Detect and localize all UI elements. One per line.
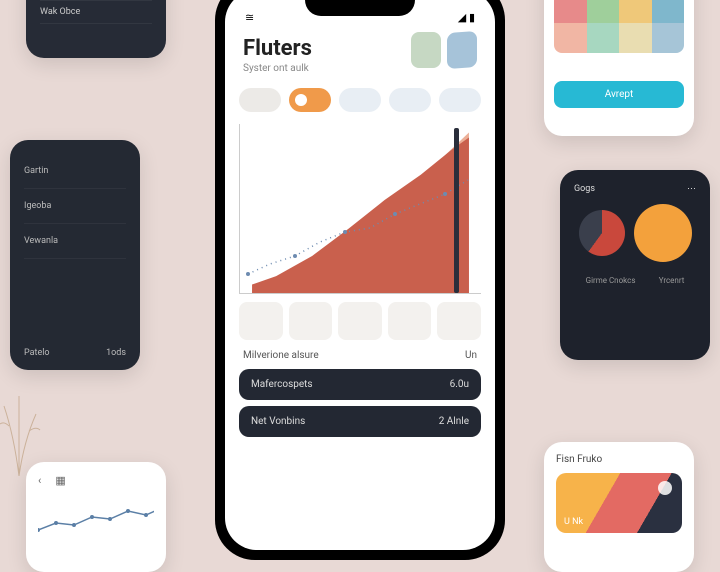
color-palette xyxy=(554,0,684,53)
thumb-item[interactable] xyxy=(338,302,382,340)
main-chart xyxy=(239,124,481,294)
menu-item[interactable]: Vewanla xyxy=(24,224,126,259)
status-right: ◢ ▮ xyxy=(458,11,475,24)
swatch-icon xyxy=(411,32,441,68)
sparkline xyxy=(38,495,154,545)
metric-label: Mafercospets xyxy=(251,379,313,390)
card-chip-icon xyxy=(658,481,672,495)
filter-pill[interactable] xyxy=(339,88,381,112)
header-swatches xyxy=(411,32,477,68)
palette-swatch[interactable] xyxy=(587,0,620,23)
chart-cursor[interactable] xyxy=(454,128,459,293)
filter-pill[interactable] xyxy=(239,88,281,112)
menu-item[interactable]: Wak Obce xyxy=(40,1,152,24)
thumb-item[interactable] xyxy=(239,302,283,340)
card-holder-name: U Nk xyxy=(564,517,583,527)
palette-swatch[interactable] xyxy=(652,23,685,53)
more-icon[interactable]: ⋯ xyxy=(687,184,696,194)
palette-swatch[interactable] xyxy=(619,0,652,23)
palette-swatch[interactable] xyxy=(554,23,587,53)
menu-card-top-left: Agel laceto Wak Obce xyxy=(26,0,166,58)
metric-row[interactable]: Net Vonbins 2 Alnle xyxy=(239,406,481,437)
metric-label: Net Vonbins xyxy=(251,416,305,427)
palette-swatch[interactable] xyxy=(652,0,685,23)
gauge-label: Girme Cnokcs xyxy=(586,276,636,285)
credit-card-widget: Fisn Fruko U Nk xyxy=(544,442,694,572)
plant-decor-icon xyxy=(0,386,44,476)
palette-card: Naices Avrept xyxy=(544,0,694,136)
palette-swatch[interactable] xyxy=(554,0,587,23)
footer-value: 1ods xyxy=(106,348,126,358)
metric-value: 2 Alnle xyxy=(439,416,469,427)
swatch-icon xyxy=(447,31,477,69)
gauge-circle xyxy=(634,204,692,262)
phone-frame: ≅ ◢ ▮ Fluters Syster ont aulk xyxy=(215,0,505,560)
thumb-row xyxy=(225,294,495,346)
chart-line xyxy=(240,124,481,293)
card-title: Fisn Fruko xyxy=(556,454,682,465)
thumb-item[interactable] xyxy=(289,302,333,340)
credit-card[interactable]: U Nk xyxy=(556,473,682,533)
gauge-label: Yrcenrt xyxy=(659,276,685,285)
thumb-item[interactable] xyxy=(437,302,481,340)
filter-pill-active[interactable] xyxy=(289,88,331,112)
footer-label: Patelo xyxy=(24,348,50,358)
menu-item[interactable]: Gartin xyxy=(24,154,126,189)
accept-button[interactable]: Avrept xyxy=(554,81,684,108)
metric-value: 6.0u xyxy=(450,379,469,390)
section-action[interactable]: Un xyxy=(465,350,477,361)
menu-card-mid-left: Gartin Igeoba Vewanla Patelo 1ods xyxy=(10,140,140,370)
metric-row[interactable]: Mafercospets 6.0u xyxy=(239,369,481,400)
palette-swatch[interactable] xyxy=(587,23,620,53)
mini-chart-card: ‹ ▦ xyxy=(26,462,166,572)
filter-pill[interactable] xyxy=(389,88,431,112)
section-title: Milverione alsure xyxy=(243,350,319,361)
status-left: ≅ xyxy=(245,11,254,24)
menu-item[interactable]: Igeoba xyxy=(24,189,126,224)
filter-pills xyxy=(225,78,495,118)
filter-pill[interactable] xyxy=(439,88,481,112)
gauge-card: Gogs ⋯ Girme Cnokcs Yrcenrt xyxy=(560,170,710,360)
gauge-ring xyxy=(579,210,625,256)
card-title: Gogs xyxy=(574,184,595,194)
palette-swatch[interactable] xyxy=(619,23,652,53)
grid-icon[interactable]: ▦ xyxy=(55,474,65,487)
phone-notch xyxy=(305,0,415,16)
thumb-item[interactable] xyxy=(388,302,432,340)
